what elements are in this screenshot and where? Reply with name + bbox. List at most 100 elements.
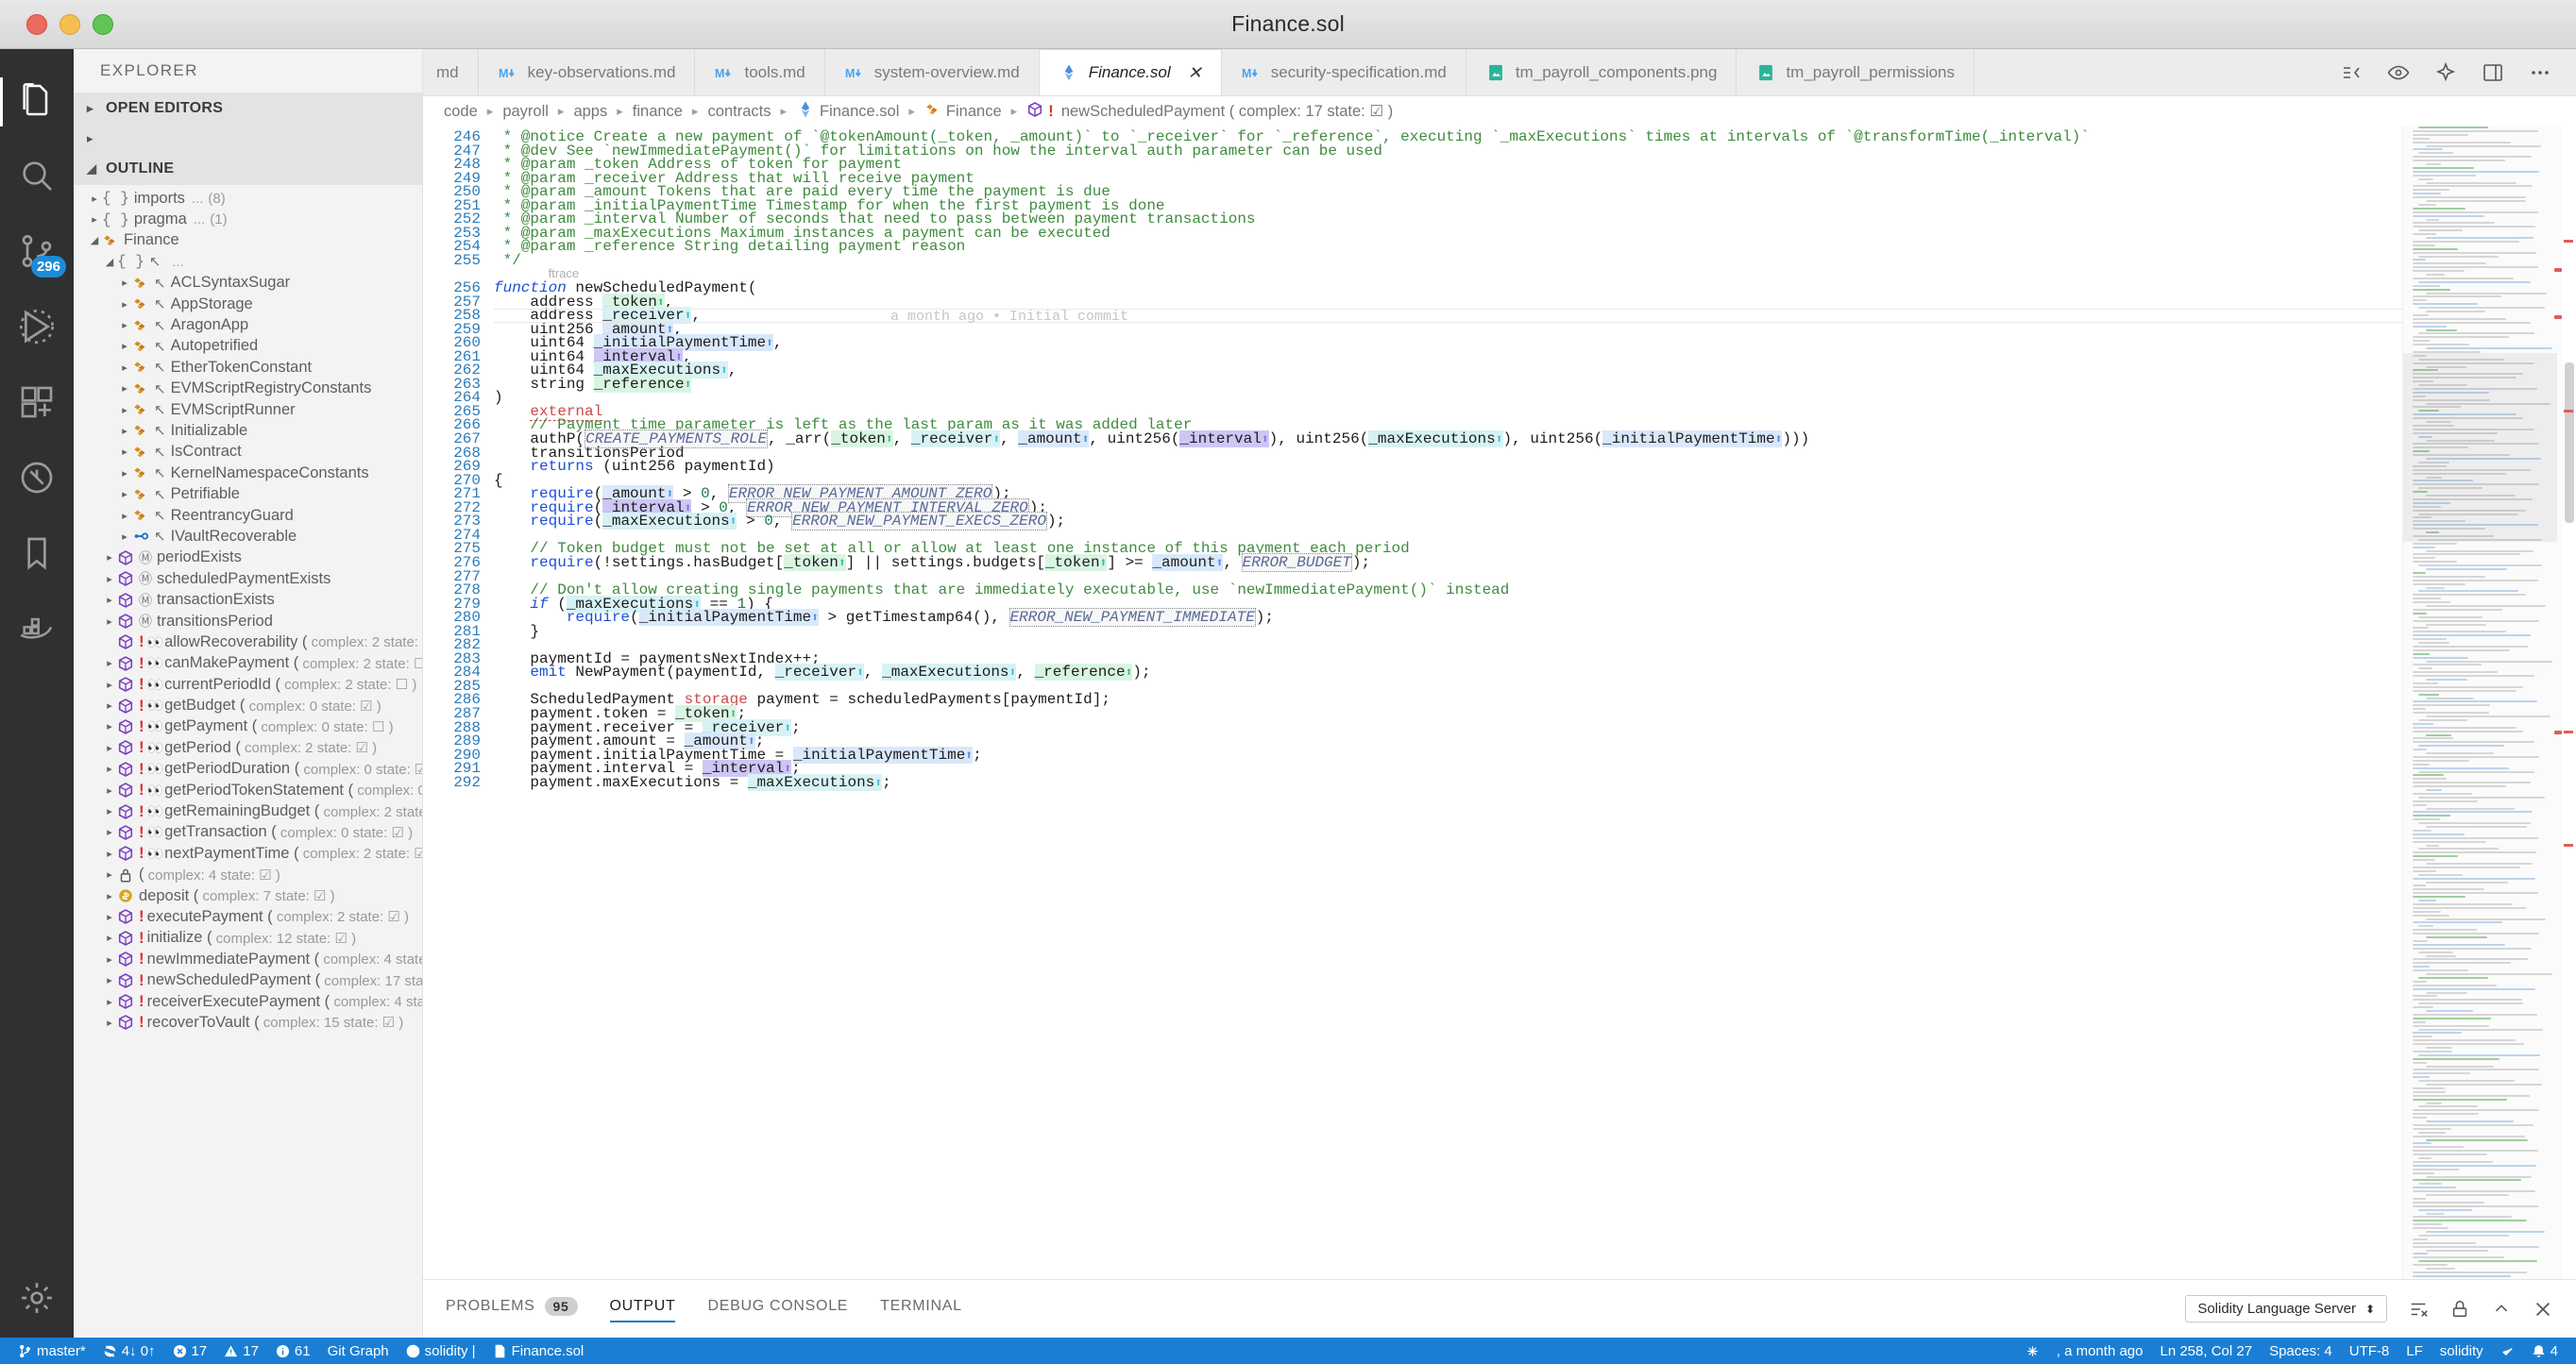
- code-line[interactable]: address _token⬆,: [494, 293, 2402, 311]
- outline-item[interactable]: ▸ ↖ ReentrancyGuard: [74, 505, 422, 526]
- chevron-right-icon[interactable]: ▸: [102, 996, 117, 1008]
- minimap-slider[interactable]: [2403, 353, 2557, 542]
- activity-item-extensions[interactable]: [0, 366, 74, 442]
- chevron-right-icon[interactable]: ▸: [117, 446, 132, 458]
- code-line[interactable]: uint64 _maxExecutions⬆,: [494, 362, 2402, 379]
- code-line[interactable]: ftrace: [494, 267, 2402, 281]
- outline-section[interactable]: ◢ OUTLINE: [74, 153, 422, 185]
- chevron-right-icon[interactable]: ▸: [102, 657, 117, 669]
- outline-item[interactable]: ◢ Finance: [74, 230, 422, 251]
- editor-tab-bar[interactable]: md Mkey-observations.md Mtools.md Msystem-o…: [423, 49, 2576, 96]
- editor-scrollbar[interactable]: [2563, 126, 2576, 1279]
- outline-item[interactable]: ▸ ↖ ACLSyntaxSugar: [74, 273, 422, 294]
- outline-item[interactable]: ▸!👀allowRecoverability ( complex: 2 stat…: [74, 631, 422, 652]
- outline-item[interactable]: ▸! executePayment ( complex: 2 state: ☑ ): [74, 906, 422, 927]
- chevron-right-icon[interactable]: ▸: [102, 720, 117, 733]
- outline-item[interactable]: ▸! 👀 getTransaction ( complex: 0 state: ☑ …: [74, 822, 422, 843]
- activity-item-bookmarks[interactable]: [0, 517, 74, 593]
- panel-tab[interactable]: DEBUG CONSOLE: [707, 1298, 848, 1321]
- chevron-right-icon[interactable]: ▸: [102, 848, 117, 860]
- maximize-panel-icon[interactable]: [2491, 1299, 2512, 1320]
- status-active-file[interactable]: Finance.sol: [484, 1338, 593, 1364]
- status-errors[interactable]: 17: [164, 1338, 216, 1364]
- chevron-right-icon[interactable]: ▸: [117, 530, 132, 543]
- code-line[interactable]: ): [494, 391, 2402, 406]
- status-blame[interactable]: , a month ago: [2048, 1338, 2152, 1364]
- chevron-right-icon[interactable]: ▸: [102, 742, 117, 754]
- outline-item[interactable]: ▸ ↖ AppStorage: [74, 294, 422, 314]
- outline-item[interactable]: ▸ ⓂperiodExists: [74, 547, 422, 568]
- chevron-right-icon[interactable]: ▸: [117, 425, 132, 437]
- activity-item-source-control[interactable]: 296: [0, 215, 74, 291]
- status-eol[interactable]: LF: [2398, 1338, 2432, 1364]
- outline-item[interactable]: ▸! 👀 currentPeriodId ( complex: 2 state: ☐…: [74, 674, 422, 695]
- outline-item[interactable]: ▸ ↖ IsContract: [74, 442, 422, 463]
- breadcrumb-item[interactable]: finance: [633, 103, 683, 121]
- chevron-right-icon[interactable]: ▸: [102, 573, 117, 585]
- chevron-right-icon[interactable]: ▸: [102, 615, 117, 628]
- code-line[interactable]: string _reference⬆: [494, 375, 2402, 393]
- chevron-right-icon[interactable]: ▸: [102, 1017, 117, 1029]
- code-line[interactable]: transitionsPeriod: [494, 446, 2402, 461]
- code-editor[interactable]: 246 247 248 249 250 251 252 253 254 255 256 257 258 2…: [423, 126, 2576, 1279]
- chevron-right-icon[interactable]: ▸: [87, 213, 102, 226]
- chevron-right-icon[interactable]: ▸: [102, 679, 117, 691]
- activity-item-explorer[interactable]: [0, 64, 74, 140]
- outline-item[interactable]: ▸! 👀 getPayment ( complex: 0 state: ☐ ): [74, 716, 422, 737]
- more-actions-icon[interactable]: [2529, 61, 2551, 84]
- status-indentation[interactable]: Spaces: 4: [2261, 1338, 2341, 1364]
- language-server-select[interactable]: Solidity Language Server ⬍: [2185, 1295, 2387, 1322]
- editor-tab[interactable]: Msecurity-specification.md: [1221, 49, 1466, 95]
- outline-item[interactable]: ▸! 👀 getBudget ( complex: 0 state: ☑ ): [74, 695, 422, 716]
- status-remote[interactable]: [2017, 1338, 2048, 1364]
- code-line[interactable]: payment.maxExecutions = _maxExecutions⬆;: [494, 773, 2402, 791]
- breadcrumb-item[interactable]: code: [444, 103, 478, 121]
- clear-output-icon[interactable]: [2408, 1299, 2429, 1320]
- chevron-right-icon[interactable]: ▸: [102, 953, 117, 966]
- breadcrumb-item[interactable]: ! newScheduledPayment ( complex: 17 state…: [1026, 101, 1393, 123]
- layout-icon[interactable]: [2482, 61, 2504, 84]
- activity-item-search[interactable]: [0, 140, 74, 215]
- outline-item[interactable]: ▸ ↖ EtherTokenConstant: [74, 357, 422, 378]
- code-line[interactable]: emit NewPayment(paymentId, _receiver⬆, _…: [494, 664, 2402, 682]
- chevron-right-icon[interactable]: ▸: [102, 594, 117, 606]
- editor-tab[interactable]: Finance.sol ✕: [1039, 49, 1222, 95]
- activity-item-testing[interactable]: [0, 442, 74, 517]
- status-notifications[interactable]: 4: [2523, 1338, 2567, 1364]
- panel-tabs[interactable]: PROBLEMS 95 OUTPUT DEBUG CONSOLE TERMINAL: [446, 1296, 962, 1322]
- chevron-right-icon[interactable]: ▸: [102, 890, 117, 902]
- chevron-right-icon[interactable]: ▸: [117, 340, 132, 352]
- status-language-mode[interactable]: solidity: [2432, 1338, 2492, 1364]
- code-line[interactable]: uint64 _initialPaymentTime⬆,: [494, 334, 2402, 352]
- close-tab-icon[interactable]: ✕: [1188, 63, 1202, 83]
- code-line[interactable]: }: [494, 624, 2402, 639]
- code-line[interactable]: // Don't allow creating single payments …: [494, 582, 2402, 598]
- preview-icon[interactable]: [2387, 61, 2410, 84]
- breadcrumb[interactable]: code ▸ payroll ▸ apps ▸ finance ▸ contracts ▸ Fina…: [423, 96, 2576, 126]
- split-editor-icon[interactable]: [2340, 61, 2363, 84]
- activity-item-docker[interactable]: [0, 593, 74, 668]
- code-line[interactable]: payment.receiver = _receiver⬆;: [494, 718, 2402, 736]
- code-line[interactable]: require(!settings.hasBudget[_token⬆] || …: [494, 552, 2402, 572]
- code-line[interactable]: */: [494, 253, 2402, 268]
- status-warnings[interactable]: 17: [215, 1338, 267, 1364]
- outline-item[interactable]: ▸! 👀 getPeriodTokenStatement ( complex: 0 …: [74, 780, 422, 800]
- chevron-right-icon[interactable]: ▸: [102, 868, 117, 881]
- minimap[interactable]: [2402, 126, 2563, 1279]
- chevron-right-icon[interactable]: ▸: [102, 826, 117, 838]
- status-solidity[interactable]: solidity |: [398, 1338, 484, 1364]
- sparkle-icon[interactable]: [2434, 61, 2457, 84]
- panel-tab[interactable]: OUTPUT: [609, 1298, 676, 1322]
- chevron-right-icon[interactable]: ▸: [117, 298, 132, 311]
- code-line[interactable]: uint64 _interval⬆,: [494, 347, 2402, 365]
- chevron-right-icon[interactable]: ▸: [117, 467, 132, 480]
- breadcrumb-item[interactable]: payroll: [502, 103, 549, 121]
- editor-tab[interactable]: md: [423, 49, 479, 95]
- chevron-right-icon[interactable]: ▸: [117, 382, 132, 395]
- outline-item[interactable]: ▸ ↖ EVMScriptRegistryConstants: [74, 379, 422, 399]
- outline-item[interactable]: ▸! initialize ( complex: 12 state: ☑ ): [74, 928, 422, 949]
- chevron-right-icon[interactable]: ▸: [102, 911, 117, 923]
- outline-item[interactable]: ▸! 👀 getPeriodDuration ( complex: 0 state:…: [74, 759, 422, 780]
- outline-item[interactable]: ▸! receiverExecutePayment ( complex: 4 st…: [74, 991, 422, 1012]
- status-branch[interactable]: master*: [9, 1338, 94, 1364]
